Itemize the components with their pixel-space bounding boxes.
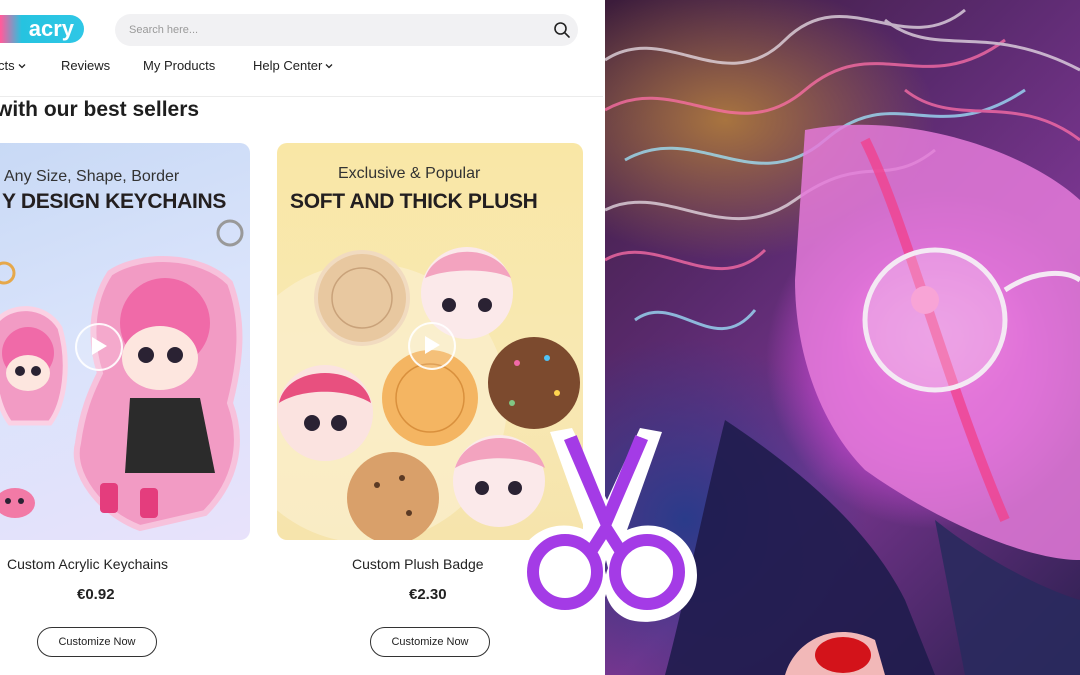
customize-now-button[interactable]: Customize Now (37, 627, 157, 657)
scissors-icon (515, 428, 697, 622)
nav-item-products[interactable]: cts (0, 58, 27, 73)
product-price: €2.30 (409, 586, 447, 603)
header-divider (0, 96, 603, 97)
product-name[interactable]: Custom Plush Badge (352, 556, 484, 572)
search-icon[interactable] (553, 21, 571, 39)
nav-item-label: Reviews (61, 58, 111, 73)
banner-subtitle: Any Size, Shape, Border (4, 168, 180, 185)
play-video-button[interactable] (408, 322, 456, 370)
product-price: €0.92 (77, 586, 115, 603)
product-image-keychains[interactable]: Any Size, Shape, Border Y DESIGN KEYCHAI… (0, 143, 250, 540)
nav-item-my-products[interactable]: My Products (143, 58, 215, 73)
brand-logo[interactable]: acry (0, 15, 84, 43)
nav-item-label: Help Center (253, 58, 323, 73)
play-icon (425, 336, 440, 354)
keychain-illustration (0, 219, 244, 532)
nav-item-label: cts (0, 58, 15, 73)
chevron-down-icon (18, 63, 26, 68)
nav-item-label: My Products (143, 58, 216, 73)
customize-now-button[interactable]: Customize Now (370, 627, 490, 657)
product-name[interactable]: Custom Acrylic Keychains (7, 556, 168, 572)
banner-subtitle: Exclusive & Popular (338, 165, 481, 182)
play-icon (92, 337, 107, 355)
search-input[interactable] (129, 14, 529, 46)
banner-headline: Y DESIGN KEYCHAINS (2, 190, 227, 213)
banner-headline: SOFT AND THICK PLUSH (290, 190, 538, 213)
nav-item-reviews[interactable]: Reviews (61, 58, 110, 73)
section-title: with our best sellers (0, 98, 200, 121)
search-bar[interactable] (115, 14, 578, 46)
chevron-down-icon (325, 63, 333, 68)
nav-item-help-center[interactable]: Help Center (253, 58, 334, 73)
play-video-button[interactable] (75, 323, 123, 371)
